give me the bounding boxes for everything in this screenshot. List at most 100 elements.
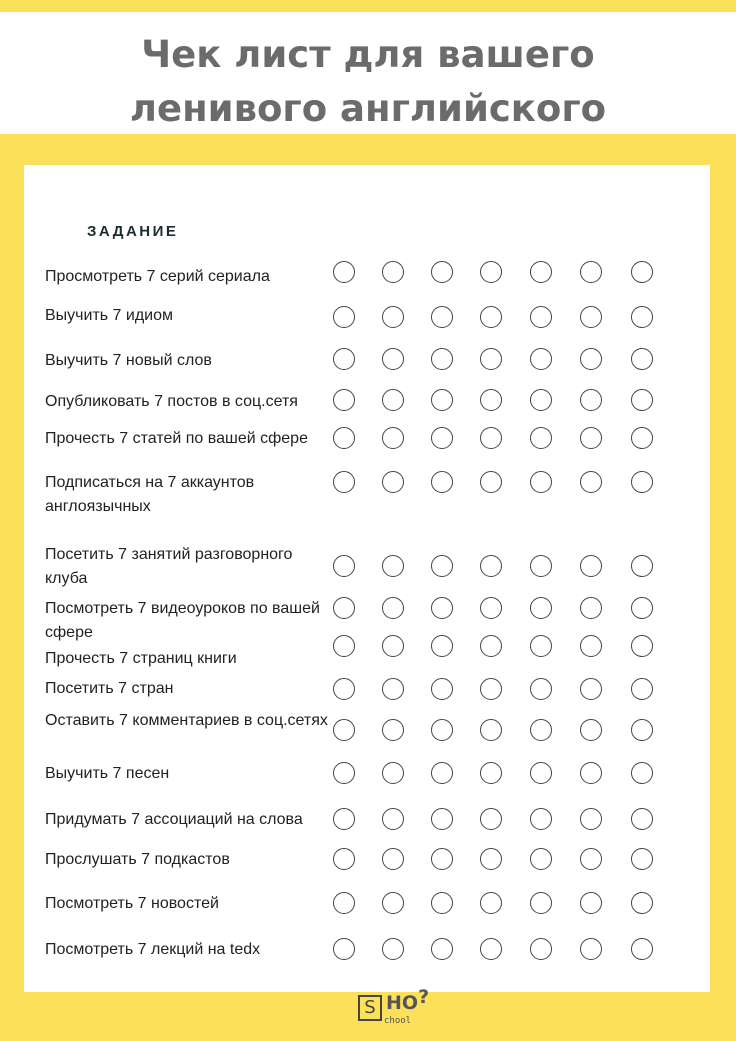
day-checkbox-2[interactable] xyxy=(382,597,404,619)
day-checkbox-2[interactable] xyxy=(382,762,404,784)
day-checkbox-6[interactable] xyxy=(580,261,602,283)
day-checkbox-1[interactable] xyxy=(333,261,355,283)
day-checkbox-3[interactable] xyxy=(431,762,453,784)
day-checkbox-2[interactable] xyxy=(382,678,404,700)
day-checkbox-3[interactable] xyxy=(431,348,453,370)
day-checkbox-2[interactable] xyxy=(382,719,404,741)
day-checkbox-1[interactable] xyxy=(333,389,355,411)
day-checkbox-4[interactable] xyxy=(480,938,502,960)
day-checkbox-5[interactable] xyxy=(530,306,552,328)
day-checkbox-7[interactable] xyxy=(631,306,653,328)
day-checkbox-6[interactable] xyxy=(580,848,602,870)
day-checkbox-5[interactable] xyxy=(530,471,552,493)
day-checkbox-6[interactable] xyxy=(580,389,602,411)
day-checkbox-5[interactable] xyxy=(530,555,552,577)
day-checkbox-3[interactable] xyxy=(431,678,453,700)
day-checkbox-5[interactable] xyxy=(530,719,552,741)
day-checkbox-7[interactable] xyxy=(631,261,653,283)
day-checkbox-6[interactable] xyxy=(580,938,602,960)
day-checkbox-2[interactable] xyxy=(382,848,404,870)
day-checkbox-5[interactable] xyxy=(530,848,552,870)
day-checkbox-2[interactable] xyxy=(382,389,404,411)
day-checkbox-2[interactable] xyxy=(382,427,404,449)
day-checkbox-4[interactable] xyxy=(480,762,502,784)
day-checkbox-1[interactable] xyxy=(333,719,355,741)
day-checkbox-6[interactable] xyxy=(580,597,602,619)
day-checkbox-1[interactable] xyxy=(333,678,355,700)
day-checkbox-6[interactable] xyxy=(580,719,602,741)
day-checkbox-4[interactable] xyxy=(480,348,502,370)
day-checkbox-2[interactable] xyxy=(382,635,404,657)
day-checkbox-4[interactable] xyxy=(480,389,502,411)
day-checkbox-4[interactable] xyxy=(480,306,502,328)
day-checkbox-2[interactable] xyxy=(382,938,404,960)
day-checkbox-2[interactable] xyxy=(382,555,404,577)
day-checkbox-5[interactable] xyxy=(530,261,552,283)
day-checkbox-3[interactable] xyxy=(431,938,453,960)
day-checkbox-2[interactable] xyxy=(382,892,404,914)
day-checkbox-6[interactable] xyxy=(580,635,602,657)
day-checkbox-7[interactable] xyxy=(631,719,653,741)
day-checkbox-7[interactable] xyxy=(631,348,653,370)
day-checkbox-7[interactable] xyxy=(631,597,653,619)
day-checkbox-7[interactable] xyxy=(631,678,653,700)
day-checkbox-3[interactable] xyxy=(431,555,453,577)
day-checkbox-3[interactable] xyxy=(431,848,453,870)
day-checkbox-4[interactable] xyxy=(480,597,502,619)
day-checkbox-7[interactable] xyxy=(631,389,653,411)
day-checkbox-1[interactable] xyxy=(333,306,355,328)
day-checkbox-3[interactable] xyxy=(431,892,453,914)
day-checkbox-5[interactable] xyxy=(530,892,552,914)
day-checkbox-7[interactable] xyxy=(631,555,653,577)
day-checkbox-5[interactable] xyxy=(530,389,552,411)
day-checkbox-3[interactable] xyxy=(431,261,453,283)
day-checkbox-1[interactable] xyxy=(333,808,355,830)
day-checkbox-2[interactable] xyxy=(382,261,404,283)
day-checkbox-5[interactable] xyxy=(530,938,552,960)
day-checkbox-6[interactable] xyxy=(580,348,602,370)
day-checkbox-1[interactable] xyxy=(333,427,355,449)
day-checkbox-6[interactable] xyxy=(580,892,602,914)
day-checkbox-1[interactable] xyxy=(333,848,355,870)
day-checkbox-3[interactable] xyxy=(431,306,453,328)
day-checkbox-6[interactable] xyxy=(580,555,602,577)
day-checkbox-4[interactable] xyxy=(480,678,502,700)
day-checkbox-5[interactable] xyxy=(530,597,552,619)
day-checkbox-1[interactable] xyxy=(333,762,355,784)
day-checkbox-3[interactable] xyxy=(431,719,453,741)
day-checkbox-3[interactable] xyxy=(431,427,453,449)
day-checkbox-6[interactable] xyxy=(580,762,602,784)
day-checkbox-1[interactable] xyxy=(333,597,355,619)
day-checkbox-2[interactable] xyxy=(382,471,404,493)
day-checkbox-1[interactable] xyxy=(333,348,355,370)
day-checkbox-5[interactable] xyxy=(530,762,552,784)
day-checkbox-6[interactable] xyxy=(580,471,602,493)
day-checkbox-4[interactable] xyxy=(480,635,502,657)
day-checkbox-5[interactable] xyxy=(530,427,552,449)
day-checkbox-6[interactable] xyxy=(580,678,602,700)
day-checkbox-1[interactable] xyxy=(333,635,355,657)
day-checkbox-2[interactable] xyxy=(382,808,404,830)
day-checkbox-7[interactable] xyxy=(631,762,653,784)
day-checkbox-7[interactable] xyxy=(631,635,653,657)
day-checkbox-3[interactable] xyxy=(431,808,453,830)
day-checkbox-4[interactable] xyxy=(480,555,502,577)
day-checkbox-6[interactable] xyxy=(580,427,602,449)
day-checkbox-7[interactable] xyxy=(631,848,653,870)
day-checkbox-4[interactable] xyxy=(480,719,502,741)
day-checkbox-7[interactable] xyxy=(631,892,653,914)
day-checkbox-5[interactable] xyxy=(530,348,552,370)
day-checkbox-1[interactable] xyxy=(333,471,355,493)
day-checkbox-7[interactable] xyxy=(631,471,653,493)
day-checkbox-4[interactable] xyxy=(480,848,502,870)
day-checkbox-5[interactable] xyxy=(530,635,552,657)
day-checkbox-3[interactable] xyxy=(431,389,453,411)
day-checkbox-4[interactable] xyxy=(480,427,502,449)
day-checkbox-1[interactable] xyxy=(333,938,355,960)
day-checkbox-4[interactable] xyxy=(480,471,502,493)
day-checkbox-6[interactable] xyxy=(580,306,602,328)
day-checkbox-7[interactable] xyxy=(631,938,653,960)
day-checkbox-1[interactable] xyxy=(333,892,355,914)
day-checkbox-2[interactable] xyxy=(382,306,404,328)
day-checkbox-3[interactable] xyxy=(431,635,453,657)
